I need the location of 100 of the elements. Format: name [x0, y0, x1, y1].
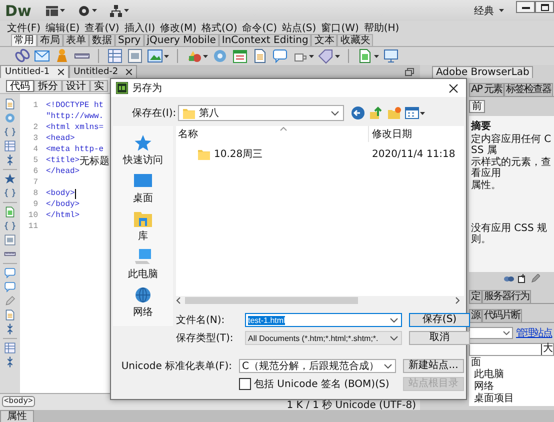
document-icon[interactable] [4, 309, 16, 321]
layer-icon[interactable] [4, 234, 16, 246]
caret-icon[interactable] [164, 54, 169, 58]
calendar-icon[interactable] [232, 48, 248, 64]
maximize-button[interactable] [535, 1, 554, 13]
insert-tab[interactable]: jQuery Mobile [144, 34, 219, 46]
mode-button[interactable]: 前 [469, 100, 485, 113]
workspace-label[interactable]: 经典 [474, 4, 494, 18]
menu-item[interactable]: 格式(O) [200, 20, 238, 34]
caret-icon[interactable] [124, 9, 130, 12]
envelope-icon[interactable] [34, 48, 50, 64]
insert-tab[interactable]: 收藏夹 [337, 34, 374, 46]
view-button[interactable]: 拆分 [34, 80, 62, 92]
braces-icon[interactable] [4, 220, 16, 232]
scrollbar-thumb[interactable] [185, 296, 358, 304]
page-icon[interactable] [357, 48, 373, 64]
input-field[interactable]: test-1.html [245, 313, 402, 327]
caret-icon[interactable] [309, 54, 314, 58]
network-icon[interactable] [109, 4, 124, 18]
checkbox[interactable] [239, 378, 251, 390]
comment-icon[interactable] [4, 267, 16, 279]
menu-item[interactable]: 插入(I) [123, 20, 156, 34]
panel-tab[interactable]: 服务器行为 [482, 290, 531, 303]
close-icon[interactable] [58, 69, 64, 75]
panel-tab[interactable]: AP 元素 [469, 83, 504, 96]
up-folder-icon[interactable] [369, 106, 384, 120]
braces-icon[interactable] [4, 126, 16, 138]
braces-icon[interactable] [4, 187, 16, 199]
star-icon[interactable] [4, 173, 16, 185]
document-tab[interactable]: Untitled-2 [68, 65, 138, 78]
scroll-left-icon[interactable] [176, 296, 181, 304]
back-icon[interactable] [351, 106, 366, 120]
insert-tab[interactable]: 表单 [63, 34, 89, 46]
caret-icon[interactable] [335, 54, 340, 58]
panel-tab[interactable]: 属性 [0, 410, 34, 422]
site-dropdown[interactable] [469, 327, 513, 339]
file-name[interactable]: 10.28周三 [214, 147, 263, 161]
image-icon[interactable] [147, 48, 163, 64]
page-icon[interactable] [4, 206, 16, 218]
document-icon[interactable] [4, 98, 16, 110]
scroll-right-icon[interactable] [455, 296, 460, 304]
place-label[interactable]: 快速访问 [123, 153, 163, 167]
menu-item[interactable]: 站点(S) [281, 20, 318, 34]
menu-item[interactable]: 窗口(W) [320, 20, 360, 34]
panel-tab[interactable]: 代码片断 [482, 309, 522, 322]
folder-dropdown[interactable]: 第八 [178, 105, 344, 121]
table-icon[interactable] [107, 48, 123, 64]
dialog-button[interactable]: 取消 [409, 331, 470, 345]
dropdown-field[interactable]: All Documents (*.htm;*.html;*.shtm;*. [245, 331, 402, 345]
dialog-button[interactable]: 新建站点... [403, 359, 464, 373]
menu-item[interactable]: 查看(V) [84, 20, 120, 34]
monitor-icon[interactable] [383, 48, 399, 64]
comment-icon[interactable] [272, 48, 288, 64]
column-header[interactable]: 名称 [176, 126, 369, 142]
caret-icon[interactable] [92, 9, 98, 12]
tree-item[interactable]: 面 [471, 357, 552, 369]
minimize-button[interactable] [516, 1, 535, 13]
caret-icon[interactable] [60, 9, 66, 12]
view-menu-icon[interactable] [405, 107, 420, 119]
manage-sites-link[interactable]: 管理站点 [516, 326, 552, 340]
menu-item[interactable]: 编辑(E) [44, 20, 81, 34]
caret-icon[interactable] [420, 112, 426, 114]
tree-item[interactable]: 网络 [474, 381, 552, 393]
insert-tab[interactable]: 常用 [11, 34, 37, 46]
pencil-icon[interactable] [531, 274, 540, 283]
table-icon[interactable] [4, 140, 16, 152]
view-button[interactable]: 实 [90, 80, 108, 92]
new-folder-icon[interactable] [387, 106, 402, 120]
caret-icon[interactable] [499, 9, 504, 12]
menu-item[interactable]: 帮助(H) [362, 20, 400, 34]
tree-item[interactable]: 桌面项目 [474, 393, 552, 405]
document-icon[interactable] [252, 48, 268, 64]
view-button[interactable]: 设计 [62, 80, 90, 92]
layer-icon[interactable] [127, 48, 143, 64]
comment-icon[interactable] [4, 281, 16, 293]
column-header[interactable]: 修改日期 [369, 127, 412, 141]
insert-tab[interactable]: 布局 [37, 34, 63, 46]
close-icon[interactable] [126, 69, 132, 75]
panel-tab[interactable]: Adobe BrowserLab [432, 66, 534, 78]
place-label[interactable]: 网络 [133, 305, 153, 319]
insert-tab[interactable]: InContext Editing [218, 34, 312, 46]
dialog-button[interactable]: 保存(S) [409, 313, 470, 327]
input-field[interactable]: C（规范分解，后跟规范合成） [239, 359, 396, 373]
panel-tab[interactable]: 源 [469, 309, 482, 322]
menu-item[interactable]: 命令(C) [241, 20, 278, 34]
menu-item[interactable]: 文件(F) [6, 20, 42, 34]
caret-icon[interactable] [203, 54, 208, 58]
menu-item[interactable]: 修改(M) [159, 20, 198, 34]
caret-icon[interactable] [374, 54, 379, 58]
table-icon[interactable] [4, 342, 16, 354]
tag-selector[interactable]: <body> [2, 396, 35, 407]
place-label[interactable]: 此电脑 [128, 267, 158, 281]
insert-tab[interactable]: 文本 [311, 34, 338, 46]
panel-tab[interactable]: 标签检查器 [504, 83, 554, 96]
insert-tab[interactable]: Spry [115, 34, 144, 46]
document-tab[interactable]: Untitled-1 [0, 65, 69, 78]
panel-tab[interactable]: 定 [469, 290, 482, 303]
place-label[interactable]: 桌面 [133, 191, 153, 205]
view-button[interactable]: 代码 [6, 80, 34, 92]
place-label[interactable]: 库 [138, 229, 148, 243]
